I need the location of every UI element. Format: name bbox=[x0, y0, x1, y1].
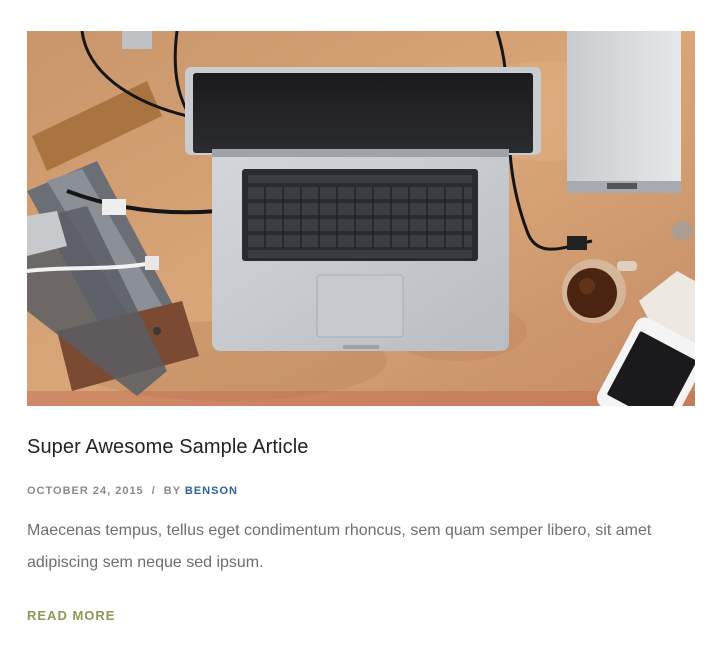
post-meta: OCTOBER 24, 2015 / BY BENSON bbox=[27, 485, 238, 497]
post-date: OCTOBER 24, 2015 bbox=[27, 485, 144, 497]
post-excerpt: Maecenas tempus, tellus eget condimentum… bbox=[27, 522, 652, 571]
read-more-link[interactable]: READ MORE bbox=[27, 608, 115, 623]
meta-separator: / bbox=[151, 485, 156, 497]
featured-image-link[interactable] bbox=[27, 31, 695, 406]
featured-image bbox=[27, 31, 695, 406]
author-link[interactable]: BENSON bbox=[185, 485, 238, 497]
post-title[interactable]: Super Awesome Sample Article bbox=[27, 436, 308, 459]
post-card bbox=[27, 31, 695, 406]
by-label: BY bbox=[163, 485, 181, 497]
